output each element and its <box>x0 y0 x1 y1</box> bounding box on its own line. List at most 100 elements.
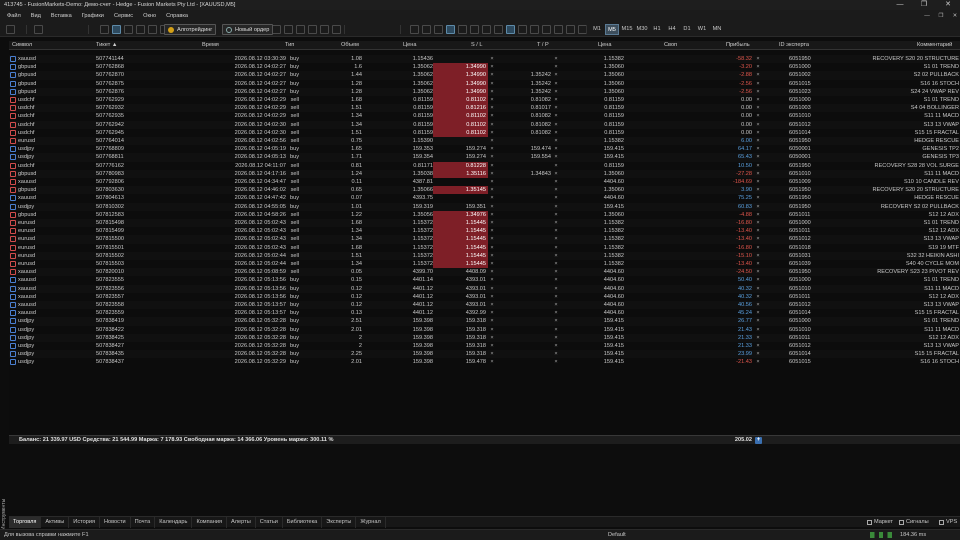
candle-chart-icon[interactable] <box>422 25 431 34</box>
remove-tp-icon[interactable]: × <box>552 153 560 161</box>
remove-tp-icon[interactable]: × <box>552 317 560 325</box>
cell-sl[interactable]: 1.35116 <box>433 169 488 178</box>
cell-sl[interactable] <box>433 137 488 145</box>
remove-tp-icon[interactable]: × <box>552 350 560 358</box>
remove-sl-icon[interactable]: × <box>488 203 496 211</box>
menu-item-6[interactable]: Справка <box>161 13 193 19</box>
arrow-icon[interactable] <box>542 25 551 34</box>
cursor-icon[interactable] <box>494 25 503 34</box>
remove-tp-icon[interactable]: × <box>552 260 560 268</box>
zoom-chart-icon[interactable] <box>446 25 455 34</box>
cell-tp[interactable]: 0.81082 <box>499 96 551 104</box>
chart-minimize-button[interactable]: — <box>920 10 934 22</box>
cell-sl[interactable]: 4393.01 <box>433 293 488 301</box>
cell-tp[interactable]: 0.81082 <box>499 112 551 120</box>
cell-sl[interactable]: 159.274 <box>433 153 488 161</box>
table-row[interactable]: eurusd 507815499 2026.08.12 05:02:43 sell 1.… <box>9 227 960 236</box>
remove-tp-icon[interactable]: × <box>552 276 560 284</box>
close-position-icon[interactable]: × <box>754 211 762 219</box>
cell-tp[interactable] <box>499 235 551 243</box>
cell-sl[interactable]: 159.318 <box>433 350 488 358</box>
cell-tp[interactable]: 0.81017 <box>499 104 551 112</box>
close-position-icon[interactable]: × <box>754 276 762 284</box>
remove-tp-icon[interactable]: × <box>552 301 560 309</box>
remove-tp-icon[interactable]: × <box>552 112 560 120</box>
cell-tp[interactable]: 1.35242 <box>499 88 551 96</box>
close-all-icon[interactable]: + <box>755 437 762 444</box>
minimize-button[interactable]: — <box>888 0 912 10</box>
remove-sl-icon[interactable]: × <box>488 96 496 104</box>
tab-9[interactable]: Библиотека <box>283 516 323 528</box>
close-position-icon[interactable]: × <box>754 178 762 186</box>
cell-tp[interactable] <box>499 334 551 342</box>
col-volume[interactable]: Объем <box>341 41 359 50</box>
remove-tp-icon[interactable]: × <box>552 252 560 260</box>
tab-7[interactable]: Алерты <box>227 516 256 528</box>
table-row[interactable]: eurusd 507815498 2026.08.12 05:02:43 sell 1.… <box>9 219 960 228</box>
col-symbol[interactable]: Символ <box>12 41 32 50</box>
table-row[interactable]: usdchf 507762945 2026.08.12 04:02:30 sell 1.… <box>9 128 960 137</box>
shapes-icon[interactable] <box>332 25 341 34</box>
cell-sl[interactable] <box>433 194 488 202</box>
autoscroll-icon[interactable] <box>136 25 145 34</box>
cell-sl[interactable] <box>433 55 488 63</box>
cell-tp[interactable] <box>499 55 551 63</box>
remove-tp-icon[interactable]: × <box>552 203 560 211</box>
close-position-icon[interactable]: × <box>754 145 762 153</box>
close-position-icon[interactable]: × <box>754 55 762 63</box>
channel-icon[interactable] <box>296 25 305 34</box>
cell-sl[interactable]: 1.35145 <box>433 186 488 195</box>
cell-sl[interactable]: 0.81102 <box>433 96 488 105</box>
remove-tp-icon[interactable]: × <box>552 227 560 235</box>
table-row[interactable]: gbpusd 507803630 2026.08.12 04:46:02 sell 0.… <box>9 186 960 195</box>
cell-tp[interactable] <box>499 162 551 170</box>
cell-tp[interactable]: 159.554 <box>499 153 551 161</box>
remove-sl-icon[interactable]: × <box>488 170 496 178</box>
cycle-icon[interactable] <box>554 25 563 34</box>
remove-tp-icon[interactable]: × <box>552 137 560 145</box>
remove-sl-icon[interactable]: × <box>488 63 496 71</box>
col-price-open[interactable]: Цена <box>403 41 416 50</box>
cell-sl[interactable]: 1.34990 <box>433 79 488 88</box>
zoom-in-icon[interactable] <box>100 25 109 34</box>
crosshair-icon[interactable] <box>272 25 281 34</box>
close-position-icon[interactable]: × <box>754 317 762 325</box>
line-chart-icon[interactable] <box>434 25 443 34</box>
menu-item-5[interactable]: Окно <box>138 13 161 19</box>
tab-right-1[interactable]: Сигналы <box>899 517 929 528</box>
cell-tp[interactable] <box>499 301 551 309</box>
cell-tp[interactable] <box>499 260 551 268</box>
cell-tp[interactable]: 1.35242 <box>499 80 551 88</box>
table-row[interactable]: xauusd 507823559 2026.08.12 05:13:57 buy 0.1… <box>9 309 960 317</box>
remove-tp-icon[interactable]: × <box>552 104 560 112</box>
remove-sl-icon[interactable]: × <box>488 227 496 235</box>
chart-restore-button[interactable]: ❐ <box>934 10 948 22</box>
table-row[interactable]: xauusd 507741144 2026.08.12 03:30:39 buy 1.0… <box>9 55 960 64</box>
remove-sl-icon[interactable]: × <box>488 252 496 260</box>
order-icon[interactable] <box>506 25 515 34</box>
close-position-icon[interactable]: × <box>754 170 762 178</box>
remove-sl-icon[interactable]: × <box>488 334 496 342</box>
close-position-icon[interactable]: × <box>754 268 762 276</box>
table-row[interactable]: usdjpy 507838437 2026.08.12 05:32:29 buy 2.0… <box>9 358 960 366</box>
table-row[interactable]: eurusd 507815501 2026.08.12 05:02:43 sell 1.… <box>9 243 960 252</box>
cell-tp[interactable]: 0.81082 <box>499 121 551 129</box>
close-position-icon[interactable]: × <box>754 235 762 243</box>
chart-shift-icon[interactable] <box>148 25 157 34</box>
close-position-icon[interactable]: × <box>754 80 762 88</box>
table-row[interactable]: xauusd 507820010 2026.08.12 05:08:59 sell 0.… <box>9 268 960 277</box>
remove-sl-icon[interactable]: × <box>488 80 496 88</box>
tab-10[interactable]: Эксперты <box>322 516 357 528</box>
table-row[interactable]: usdjpy 507810302 2026.08.12 04:55:05 buy 1.0… <box>9 202 960 211</box>
cell-sl[interactable]: 159.318 <box>433 334 488 342</box>
close-position-icon[interactable]: × <box>754 301 762 309</box>
cell-tp[interactable] <box>499 137 551 145</box>
remove-sl-icon[interactable]: × <box>488 301 496 309</box>
shift-icon[interactable] <box>482 25 491 34</box>
cell-sl[interactable]: 4408.09 <box>433 268 488 276</box>
col-tp[interactable]: T / P <box>537 41 549 50</box>
tile-icon[interactable] <box>458 25 467 34</box>
tab-right-0[interactable]: Маркет <box>867 517 893 528</box>
gann-icon[interactable] <box>530 25 539 34</box>
remove-tp-icon[interactable]: × <box>552 88 560 96</box>
